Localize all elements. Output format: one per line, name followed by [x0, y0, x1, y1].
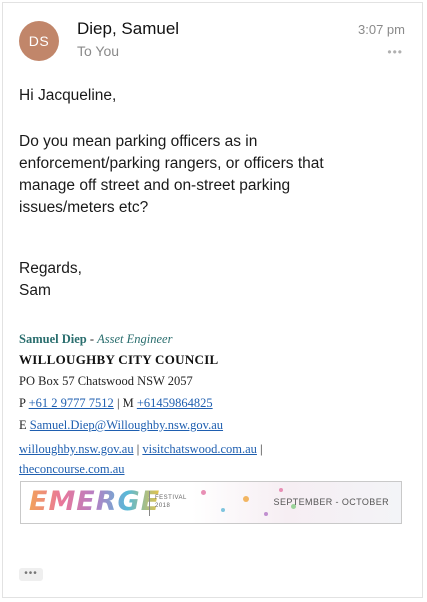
confetti-dot [201, 490, 206, 495]
more-options-icon[interactable]: ••• [387, 45, 403, 59]
avatar[interactable]: DS [19, 21, 59, 61]
mobile-link[interactable]: +61459864825 [137, 396, 213, 410]
banner-festival-label: FESTIVAL 2018 [155, 494, 187, 510]
confetti-dot [264, 512, 268, 516]
emerge-festival-banner[interactable]: EMERGE FESTIVAL 2018 SEPTEMBER - OCTOBER [20, 481, 402, 524]
banner-festival-word: FESTIVAL [155, 495, 187, 501]
phone-link[interactable]: +61 2 9777 7512 [29, 396, 114, 410]
signature-name: Samuel Diep [19, 332, 87, 346]
banner-divider [149, 491, 150, 516]
email-prefix: E [19, 418, 30, 432]
message-signoff: Sam [19, 282, 51, 299]
concourse-link[interactable]: theconcourse.com.au [19, 462, 125, 476]
signature-organization: WILLOUGHBY CITY COUNCIL [19, 352, 219, 367]
message-body: Do you mean parking officers as in enfor… [19, 133, 324, 216]
confetti-dot [243, 496, 249, 502]
signature-links-line: willoughby.nsw.gov.au | visitchatswood.c… [19, 439, 263, 459]
timestamp: 3:07 pm [358, 22, 405, 37]
message-greeting: Hi Jacqueline, [19, 87, 117, 104]
mobile-separator: | M [113, 396, 137, 410]
confetti-dot [221, 508, 225, 512]
recipient-label[interactable]: To You [77, 43, 119, 59]
avatar-initials: DS [28, 33, 50, 49]
banner-dates: SEPTEMBER - OCTOBER [273, 497, 389, 507]
signature-phone-line: P +61 2 9777 7512 | M +61459864825 [19, 393, 213, 413]
email-link[interactable]: Samuel.Diep@Willoughby.nsw.gov.au [30, 418, 223, 432]
show-trimmed-content-icon[interactable]: ••• [19, 568, 43, 581]
signature-email-line: E Samuel.Diep@Willoughby.nsw.gov.au [19, 415, 223, 435]
signature-links-line-2: theconcourse.com.au [19, 459, 125, 479]
council-website-link[interactable]: willoughby.nsw.gov.au [19, 442, 134, 456]
signature-role: Asset Engineer [97, 332, 173, 346]
visit-chatswood-link[interactable]: visitchatswood.com.au [142, 442, 257, 456]
signature-separator: - [86, 332, 98, 346]
sender-name[interactable]: Diep, Samuel [77, 19, 179, 39]
phone-prefix: P [19, 396, 29, 410]
banner-logo: EMERGE [29, 486, 161, 517]
signature-po-box: PO Box 57 Chatswood NSW 2057 [19, 374, 193, 388]
confetti-dot [279, 488, 283, 492]
message-closing: Regards, [19, 260, 82, 277]
signature-name-line: Samuel Diep - Asset Engineer [19, 329, 172, 349]
link-separator-2: | [256, 442, 263, 456]
banner-festival-year: 2018 [155, 503, 171, 509]
